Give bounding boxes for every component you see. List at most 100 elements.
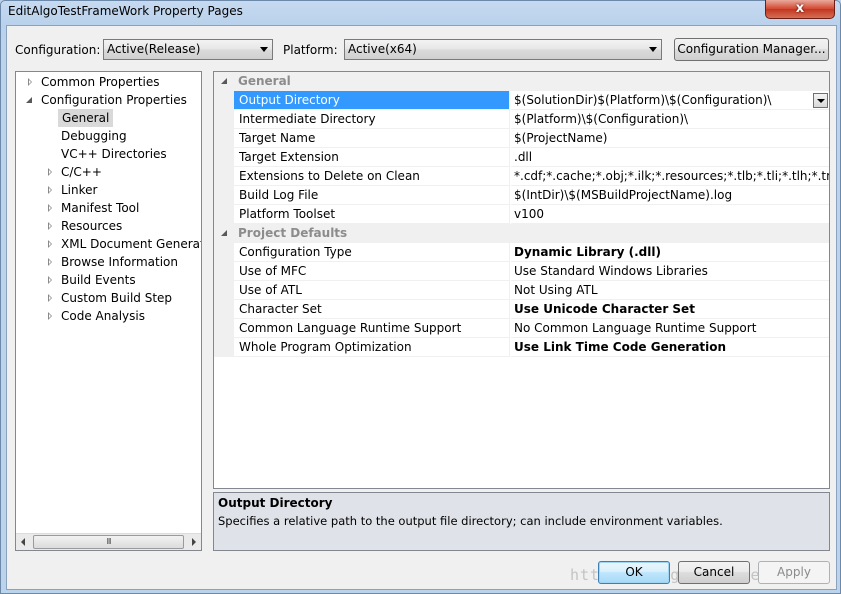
property-value[interactable]: v100 [511, 205, 829, 224]
tree-item[interactable]: C/C++ [61, 163, 102, 181]
grid-row[interactable]: Common Language Runtime Support No Common… [214, 319, 829, 338]
tree-item[interactable]: Configuration Properties [41, 91, 187, 109]
property-value[interactable]: $(ProjectName) [511, 129, 829, 148]
tree-expanded-arrow-icon[interactable] [26, 97, 32, 103]
property-name[interactable]: Platform Toolset [234, 205, 510, 224]
chevron-down-icon [649, 47, 657, 52]
grid-row[interactable]: Configuration Type Dynamic Library (.dll) [214, 243, 829, 262]
dialog-window: EditAlgoTestFrameWork Property Pages x C… [0, 0, 841, 594]
window-title: EditAlgoTestFrameWork Property Pages [8, 4, 243, 18]
property-name[interactable]: Common Language Runtime Support [234, 319, 510, 338]
tree-collapsed-arrow-icon[interactable] [48, 312, 52, 320]
property-name[interactable]: Use of ATL [234, 281, 510, 300]
tree-collapsed-arrow-icon[interactable] [48, 294, 52, 302]
tree-collapsed-arrow-icon[interactable] [48, 204, 52, 212]
property-value[interactable]: Use Link Time Code Generation [511, 338, 829, 357]
grid-row[interactable]: Target Extension .dll [214, 148, 829, 167]
tree-item[interactable]: Code Analysis [61, 307, 145, 325]
grid-row-gutter [214, 300, 234, 319]
tree-item[interactable]: Debugging [61, 127, 127, 145]
property-value[interactable]: $(Platform)\$(Configuration)\ [511, 110, 829, 129]
platform-label: Platform: [283, 43, 338, 57]
grid-row-gutter [214, 281, 234, 300]
category-expanded-arrow-icon[interactable] [221, 230, 227, 236]
property-value-text: $(IntDir)\$(MSBuildProjectName).log [514, 188, 733, 202]
description-panel: Output Directory Specifies a relative pa… [213, 492, 830, 551]
property-value[interactable]: $(IntDir)\$(MSBuildProjectName).log [511, 186, 829, 205]
apply-button[interactable]: Apply [758, 561, 830, 584]
property-name[interactable]: Intermediate Directory [234, 110, 510, 129]
property-value-text: $(ProjectName) [514, 131, 608, 145]
grid-row-gutter [214, 110, 234, 129]
platform-dropdown[interactable]: Active(x64) [344, 39, 662, 60]
grid-row-gutter [214, 148, 234, 167]
property-grid[interactable]: General Output Directory $(SolutionDir)$(P… [213, 71, 830, 489]
property-name[interactable]: Output Directory [234, 91, 510, 110]
property-name[interactable]: Target Extension [234, 148, 510, 167]
scroll-left-icon[interactable] [21, 538, 25, 546]
grid-row[interactable]: Output Directory $(SolutionDir)$(Platform… [214, 91, 829, 110]
configuration-dropdown[interactable]: Active(Release) [103, 39, 273, 60]
scrollbar-thumb[interactable]: III [33, 535, 184, 549]
value-dropdown-button[interactable] [813, 93, 828, 108]
property-name[interactable]: Extensions to Delete on Clean [234, 167, 510, 186]
property-value[interactable]: $(SolutionDir)$(Platform)\$(Configuratio… [511, 91, 829, 110]
description-text: Specifies a relative path to the output … [218, 514, 723, 528]
property-name[interactable]: Target Name [234, 129, 510, 148]
tree-item[interactable]: Browse Information [61, 253, 178, 271]
property-name[interactable]: Whole Program Optimization [234, 338, 510, 357]
grid-row[interactable]: Target Name $(ProjectName) [214, 129, 829, 148]
scroll-right-icon[interactable] [192, 538, 196, 546]
grid-category[interactable]: Project Defaults [214, 224, 829, 243]
tree-item[interactable]: Custom Build Step [61, 289, 172, 307]
category-expanded-arrow-icon[interactable] [221, 78, 227, 84]
configuration-manager-button[interactable]: Configuration Manager... [674, 38, 829, 61]
tree-item[interactable]: VC++ Directories [61, 145, 167, 163]
property-name[interactable]: Build Log File [234, 186, 510, 205]
grid-row[interactable]: Platform Toolset v100 [214, 205, 829, 224]
property-value[interactable]: Use Standard Windows Libraries [511, 262, 829, 281]
tree-collapsed-arrow-icon[interactable] [28, 78, 32, 86]
grid-row-gutter [214, 186, 234, 205]
property-value[interactable]: .dll [511, 148, 829, 167]
ok-button[interactable]: OK [598, 561, 670, 584]
tree-item[interactable]: Resources [61, 217, 122, 235]
property-name[interactable]: Use of MFC [234, 262, 510, 281]
property-name[interactable]: Configuration Type [234, 243, 510, 262]
property-value-text: v100 [514, 207, 545, 221]
cancel-button[interactable]: Cancel [678, 561, 750, 584]
tree-item[interactable]: XML Document Generator [61, 235, 201, 253]
grid-row[interactable]: Whole Program Optimization Use Link Time … [214, 338, 829, 357]
tree-collapsed-arrow-icon[interactable] [48, 168, 52, 176]
property-value[interactable]: Not Using ATL [511, 281, 829, 300]
tree-collapsed-arrow-icon[interactable] [48, 186, 52, 194]
tree-item[interactable]: General [58, 109, 114, 127]
property-tree[interactable]: Common Properties Configuration Propertie… [15, 71, 202, 551]
tree-item[interactable]: Manifest Tool [61, 199, 139, 217]
tree-collapsed-arrow-icon[interactable] [48, 258, 52, 266]
property-value[interactable]: Use Unicode Character Set [511, 300, 829, 319]
property-value-text: Use Link Time Code Generation [514, 340, 727, 354]
tree-item[interactable]: Linker [61, 181, 97, 199]
property-value[interactable]: Dynamic Library (.dll) [511, 243, 829, 262]
property-value-text: Dynamic Library (.dll) [514, 245, 661, 259]
tree-item[interactable]: Common Properties [41, 73, 160, 91]
grid-row[interactable]: Build Log File $(IntDir)\$(MSBuildProject… [214, 186, 829, 205]
property-value[interactable]: No Common Language Runtime Support [511, 319, 829, 338]
property-value[interactable]: *.cdf;*.cache;*.obj;*.ilk;*.resources;*.… [511, 167, 829, 186]
tree-item[interactable]: Build Events [61, 271, 136, 289]
property-name[interactable]: Character Set [234, 300, 510, 319]
grid-row[interactable]: Character Set Use Unicode Character Set [214, 300, 829, 319]
grid-row[interactable]: Intermediate Directory $(Platform)\$(Conf… [214, 110, 829, 129]
horizontal-scrollbar[interactable]: III [16, 533, 201, 550]
tree-collapsed-arrow-icon[interactable] [48, 276, 52, 284]
tree-collapsed-arrow-icon[interactable] [48, 240, 52, 248]
grid-row[interactable]: Extensions to Delete on Clean *.cdf;*.cac… [214, 167, 829, 186]
close-button[interactable]: x [765, 0, 835, 19]
tree-collapsed-arrow-icon[interactable] [48, 222, 52, 230]
grid-row-gutter [214, 319, 234, 338]
grid-row-gutter [214, 262, 234, 281]
grid-row[interactable]: Use of ATL Not Using ATL [214, 281, 829, 300]
grid-category[interactable]: General [214, 72, 829, 91]
grid-row[interactable]: Use of MFC Use Standard Windows Libraries [214, 262, 829, 281]
